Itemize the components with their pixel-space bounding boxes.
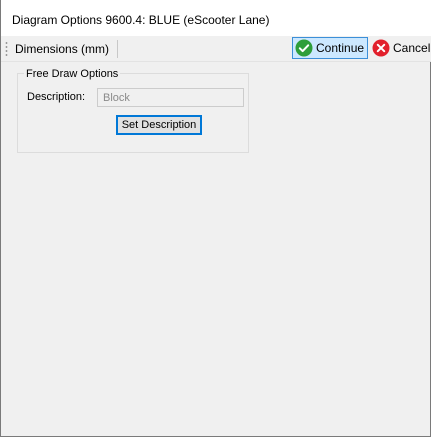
description-label: Description:: [27, 91, 86, 103]
group-legend: Free Draw Options: [24, 68, 121, 80]
continue-button[interactable]: Continue: [292, 37, 368, 59]
cancel-label: Cancel: [393, 41, 431, 55]
dimensions-label[interactable]: Dimensions (mm): [15, 42, 109, 56]
check-circle-icon: [295, 39, 313, 57]
description-field[interactable]: [97, 88, 244, 107]
free-draw-options-group: Free Draw Options Description: Set Descr…: [17, 68, 249, 153]
x-circle-icon: [372, 39, 390, 57]
title-bar: Diagram Options 9600.4: BLUE (eScooter L…: [1, 0, 431, 36]
continue-label: Continue: [316, 41, 365, 55]
dialog-window: Diagram Options 9600.4: BLUE (eScooter L…: [0, 0, 431, 437]
set-description-button[interactable]: Set Description: [116, 115, 202, 135]
toolbar-grip-icon[interactable]: [5, 41, 8, 57]
toolbar: Dimensions (mm) Continue Cancel: [1, 36, 431, 62]
toolbar-separator: [117, 40, 118, 58]
window-title: Diagram Options 9600.4: BLUE (eScooter L…: [12, 13, 270, 27]
cancel-button[interactable]: Cancel: [370, 37, 431, 59]
